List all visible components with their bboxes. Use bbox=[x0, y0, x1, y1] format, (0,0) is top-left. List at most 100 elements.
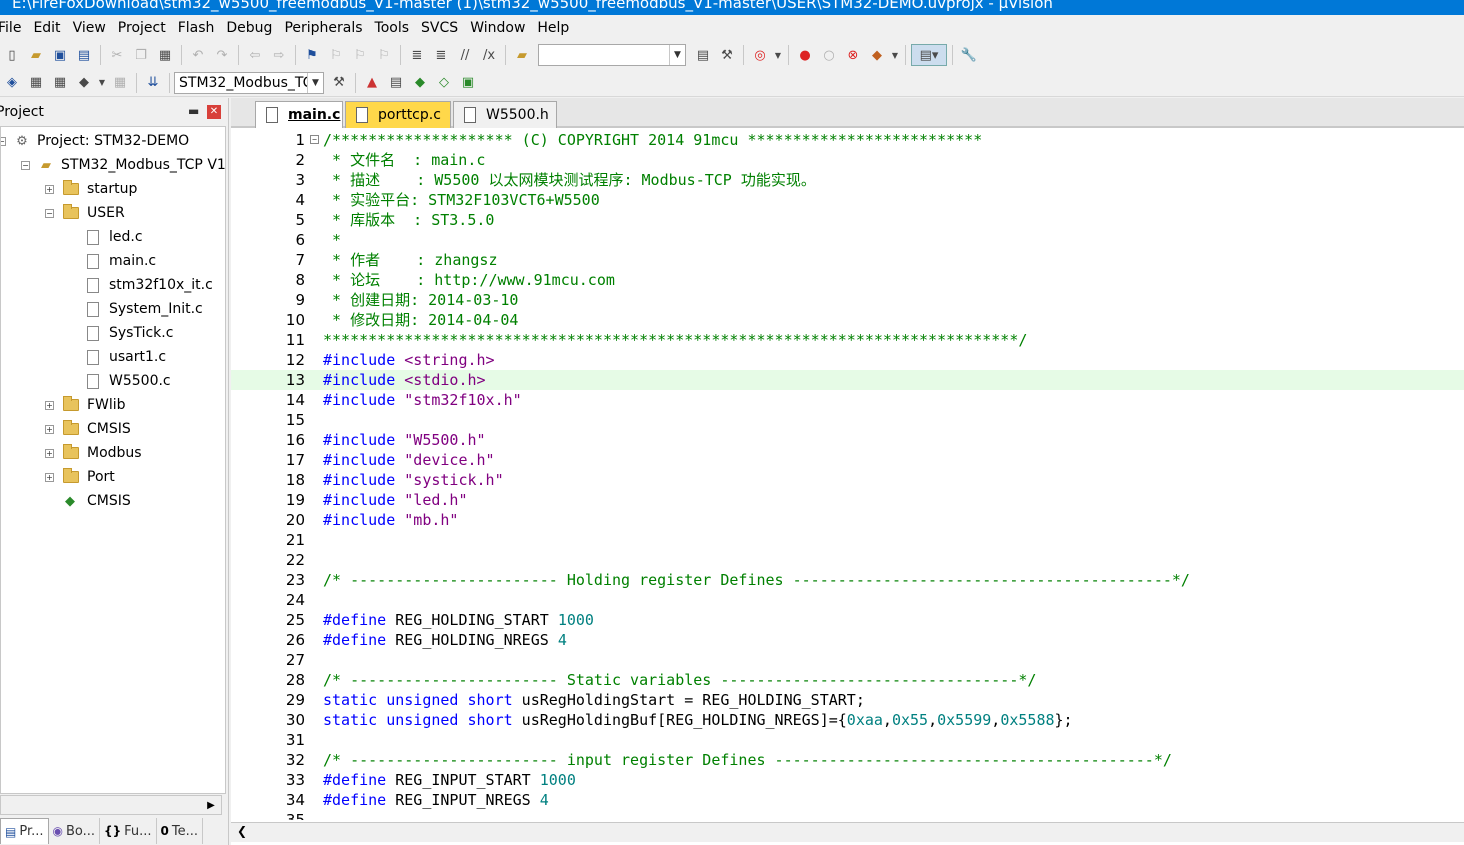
code-line[interactable]: 29 static unsigned short usRegHoldingStar… bbox=[231, 690, 1464, 710]
expand-icon[interactable]: + bbox=[45, 185, 54, 194]
menu-debug[interactable]: Debug bbox=[220, 15, 278, 41]
menu-svcs[interactable]: SVCS bbox=[415, 15, 464, 41]
target-options-icon[interactable]: ⚒ bbox=[328, 72, 350, 94]
uncomment-icon[interactable]: /x bbox=[478, 44, 500, 66]
tree-group-user[interactable]: USER bbox=[63, 202, 125, 224]
manage-components-icon[interactable]: ▲ bbox=[361, 72, 383, 94]
code-line[interactable]: 34 #define REG_INPUT_NREGS 4 bbox=[231, 790, 1464, 810]
chevron-down-icon[interactable]: ▼ bbox=[773, 44, 783, 66]
window-layout-icon[interactable]: ▤▾ bbox=[911, 44, 947, 66]
menu-file[interactable]: File bbox=[0, 15, 27, 41]
code-line[interactable]: 28 /* ----------------------- Static vari… bbox=[231, 670, 1464, 690]
collapse-icon[interactable]: − bbox=[21, 161, 30, 170]
pack-installer-icon[interactable]: ◇ bbox=[433, 72, 455, 94]
code-line[interactable]: 5 * 库版本 : ST3.5.0 bbox=[231, 210, 1464, 230]
tree-group-cmsis[interactable]: CMSIS bbox=[63, 418, 131, 440]
project-tree[interactable]: − ⚙ Project: STM32-DEMO − ▰ STM32_Modbus_T… bbox=[0, 126, 226, 794]
save-icon[interactable]: ▣ bbox=[49, 44, 71, 66]
run-time-env-icon[interactable]: ▣ bbox=[457, 72, 479, 94]
tab-porttcp-c[interactable]: porttcp.c bbox=[345, 101, 451, 128]
batch-build-icon[interactable]: ◆ bbox=[73, 72, 95, 94]
tab-main-c[interactable]: main.c bbox=[255, 101, 343, 128]
code-line[interactable]: 30 static unsigned short usRegHoldingBuf[… bbox=[231, 710, 1464, 730]
code-line[interactable]: 12 #include <string.h> bbox=[231, 350, 1464, 370]
code-line[interactable]: 16 #include "W5500.h" bbox=[231, 430, 1464, 450]
find-icon[interactable]: ▤ bbox=[692, 44, 714, 66]
copy-icon[interactable]: ❐ bbox=[130, 44, 152, 66]
editor-horizontal-scrollbar[interactable]: ❮ bbox=[231, 822, 1464, 842]
collapse-icon[interactable]: − bbox=[45, 209, 54, 218]
undo-icon[interactable]: ↶ bbox=[187, 44, 209, 66]
tree-file[interactable]: System_Init.c bbox=[87, 298, 203, 320]
code-line[interactable]: 6 * bbox=[231, 230, 1464, 250]
tree-file[interactable]: W5500.c bbox=[87, 370, 171, 392]
find-combo[interactable]: ▼ bbox=[538, 44, 686, 66]
code-line[interactable]: 27 bbox=[231, 650, 1464, 670]
code-line[interactable]: 23 /* ----------------------- Holding reg… bbox=[231, 570, 1464, 590]
code-line[interactable]: 35 bbox=[231, 810, 1464, 820]
periph-icon[interactable]: ◆ bbox=[866, 44, 888, 66]
tab-project[interactable]: ▤ Pr... bbox=[0, 818, 49, 844]
code-line[interactable]: 22 bbox=[231, 550, 1464, 570]
tab-w5500-h[interactable]: W5500.h bbox=[453, 101, 557, 128]
next-bookmark-icon[interactable]: ⚐ bbox=[349, 44, 371, 66]
navigate-forward-icon[interactable]: ⇨ bbox=[268, 44, 290, 66]
expand-icon[interactable]: + bbox=[45, 425, 54, 434]
code-line[interactable]: 33 #define REG_INPUT_START 1000 bbox=[231, 770, 1464, 790]
tree-horizontal-scrollbar[interactable]: ▶ bbox=[0, 795, 222, 815]
tree-file[interactable]: stm32f10x_it.c bbox=[87, 274, 213, 296]
code-line[interactable]: 25 #define REG_HOLDING_START 1000 bbox=[231, 610, 1464, 630]
menu-edit[interactable]: Edit bbox=[27, 15, 66, 41]
code-line[interactable]: 4 * 实验平台: STM32F103VCT6+W5500 bbox=[231, 190, 1464, 210]
expand-icon[interactable]: + bbox=[45, 449, 54, 458]
menu-project[interactable]: Project bbox=[112, 15, 172, 41]
unindent-icon[interactable]: ≣ bbox=[430, 44, 452, 66]
indent-icon[interactable]: ≣ bbox=[406, 44, 428, 66]
chevron-down-icon[interactable]: ▼ bbox=[307, 72, 323, 93]
code-line[interactable]: 32 /* ----------------------- input regis… bbox=[231, 750, 1464, 770]
close-icon[interactable]: ✕ bbox=[207, 105, 221, 119]
paste-icon[interactable]: ▦ bbox=[154, 44, 176, 66]
configure-icon[interactable]: 🔧 bbox=[958, 44, 980, 66]
expand-icon[interactable]: + bbox=[45, 401, 54, 410]
code-line[interactable]: 9 * 创建日期: 2014-03-10 bbox=[231, 290, 1464, 310]
code-line[interactable]: 18 #include "systick.h" bbox=[231, 470, 1464, 490]
bookmark-icon[interactable]: ⚑ bbox=[301, 44, 323, 66]
select-packs-icon[interactable]: ◆ bbox=[409, 72, 431, 94]
menu-tools[interactable]: Tools bbox=[369, 15, 416, 41]
tree-group-startup[interactable]: startup bbox=[63, 178, 137, 200]
scroll-right-icon[interactable]: ▶ bbox=[203, 798, 219, 814]
menu-view[interactable]: View bbox=[67, 15, 112, 41]
tree-file[interactable]: usart1.c bbox=[87, 346, 166, 368]
chevron-down-icon[interactable]: ▼ bbox=[97, 72, 107, 94]
code-line[interactable]: 15 bbox=[231, 410, 1464, 430]
tree-group-modbus[interactable]: Modbus bbox=[63, 442, 142, 464]
code-line[interactable]: 11 **************************************… bbox=[231, 330, 1464, 350]
breakpoint-icon[interactable]: ● bbox=[794, 44, 816, 66]
save-all-icon[interactable]: ▤ bbox=[73, 44, 95, 66]
code-line[interactable]: 3 * 描述 : W5500 以太网模块测试程序: Modbus-TCP 功能实… bbox=[231, 170, 1464, 190]
fold-icon[interactable]: − bbox=[310, 135, 319, 144]
code-line[interactable]: 31 bbox=[231, 730, 1464, 750]
pin-icon[interactable]: ▬ bbox=[188, 104, 199, 118]
scroll-left-icon[interactable]: ❮ bbox=[237, 824, 247, 838]
open-file-icon[interactable]: ▰ bbox=[25, 44, 47, 66]
tree-file[interactable]: main.c bbox=[87, 250, 156, 272]
new-file-icon[interactable]: ▯ bbox=[1, 44, 23, 66]
download-icon[interactable]: ⇊ bbox=[142, 72, 164, 94]
stop-build-icon[interactable]: ▦ bbox=[109, 72, 131, 94]
tree-file[interactable]: led.c bbox=[87, 226, 143, 248]
tab-functions[interactable]: {} Fu... bbox=[100, 818, 157, 844]
tree-group-fwlib[interactable]: FWlib bbox=[63, 394, 126, 416]
menu-flash[interactable]: Flash bbox=[172, 15, 221, 41]
expand-icon[interactable]: + bbox=[45, 473, 54, 482]
clear-bookmarks-icon[interactable]: ⚐ bbox=[373, 44, 395, 66]
prev-bookmark-icon[interactable]: ⚐ bbox=[325, 44, 347, 66]
find-in-files-icon[interactable]: ▰ bbox=[511, 44, 533, 66]
menu-help[interactable]: Help bbox=[531, 15, 575, 41]
code-line[interactable]: 14 #include "stm32f10x.h" bbox=[231, 390, 1464, 410]
code-line[interactable]: 8 * 论坛 : http://www.91mcu.com bbox=[231, 270, 1464, 290]
chevron-down-icon[interactable]: ▼ bbox=[890, 44, 900, 66]
tree-component-cmsis[interactable]: ◆ CMSIS bbox=[61, 490, 131, 512]
code-line[interactable]: 26 #define REG_HOLDING_NREGS 4 bbox=[231, 630, 1464, 650]
